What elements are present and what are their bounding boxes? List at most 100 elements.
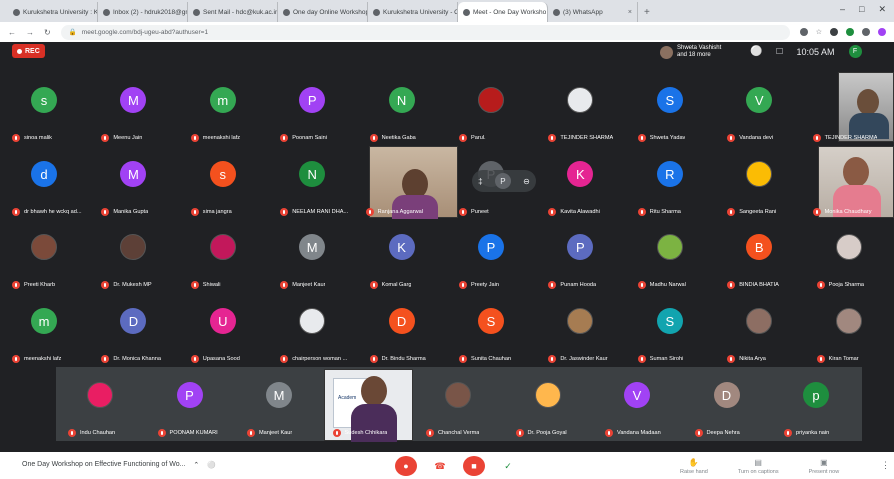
participant-tile[interactable]: Shiwali — [179, 219, 267, 291]
participant-tile[interactable]: D Dr. Bindu Sharma — [358, 293, 446, 365]
participant-tile[interactable]: M Manika Gupta — [89, 146, 177, 218]
meeting-details[interactable]: One Day Workshop on Effective Functionin… — [22, 461, 216, 469]
camera-icon[interactable] — [799, 28, 808, 36]
leave-call-button[interactable]: ☎ — [429, 456, 451, 476]
mic-muted-icon — [637, 281, 646, 289]
browser-tab[interactable]: Inbox (2) - hdruk2018@gmail.× — [98, 2, 188, 22]
browser-tab[interactable]: Meet - One Day Worksho× — [458, 2, 548, 22]
participant-name: Dr. Pooja Goyal — [527, 430, 567, 436]
participant-tile[interactable]: D Dr. Monica Khanna — [89, 293, 177, 365]
participant-tile[interactable]: M Manjeet Kaur — [268, 219, 356, 291]
new-tab-icon[interactable]: + — [644, 2, 650, 22]
participant-tile[interactable]: U Upasana Sood — [179, 293, 267, 365]
speaker-summary[interactable]: Shweta Vashisht and 18 more — [660, 43, 721, 61]
participant-tile[interactable]: Indu Chauhan — [56, 367, 144, 439]
back-icon[interactable]: ← — [8, 28, 16, 37]
url-field[interactable]: 🔒 meet.google.com/bdj-ugeu-abd?authuser=… — [60, 24, 790, 40]
participant-tile[interactable]: S Shweta Yadav — [626, 72, 714, 144]
participant-name-label: Poonam Saini — [280, 134, 327, 142]
avatar: S — [656, 308, 683, 334]
participant-tile[interactable]: m meenakshi lafz — [179, 72, 267, 144]
participant-tile[interactable]: Chanchal Verma — [414, 367, 502, 439]
check-extension-button[interactable]: ✓ — [497, 456, 519, 476]
extension-icon[interactable] — [830, 28, 838, 36]
present-now-button[interactable]: ▣ Present now — [809, 458, 840, 475]
participant-tile[interactable]: P Preety Jain — [447, 219, 535, 291]
participant-tile[interactable]: D Deepa Nehra — [683, 367, 771, 439]
participant-tile[interactable]: K Kavita Alawadhi — [536, 146, 624, 218]
close-tab-icon[interactable]: × — [628, 9, 632, 16]
participant-tile[interactable]: N NEELAM RANI DHA... — [268, 146, 356, 218]
participant-tile[interactable]: s sima jangra — [179, 146, 267, 218]
forward-icon[interactable]: → — [26, 28, 34, 37]
account-avatar[interactable]: F — [848, 45, 862, 58]
captions-button[interactable]: ▤ Turn on captions — [738, 458, 779, 475]
people-icon[interactable]: ⚪ — [750, 46, 762, 57]
browser-tab[interactable]: Sent Mail - hdc@kuk.ac.in - Ku× — [188, 2, 278, 22]
camera-off-button[interactable]: ■ — [463, 456, 485, 476]
participant-name-label: Preeti Kharb — [12, 281, 55, 289]
chat-icon[interactable]: □ — [776, 46, 782, 57]
participant-tile[interactable]: M Manjeet Kaur — [235, 367, 323, 439]
star-icon[interactable]: ☆ — [816, 28, 822, 36]
window-controls: – □ ✕ — [840, 4, 886, 15]
avatar — [534, 382, 561, 408]
video-monika[interactable] — [818, 146, 894, 218]
check-extension-icon[interactable] — [846, 28, 854, 36]
participant-tile[interactable]: S Suman Sirohi — [626, 293, 714, 365]
reload-icon[interactable]: ↻ — [44, 28, 51, 37]
participant-tile[interactable]: m meenakshi lafz — [0, 293, 88, 365]
participant-tile[interactable]: V Vandana devi — [715, 72, 803, 144]
raise-hand-button[interactable]: ✋ Raise hand — [680, 458, 708, 475]
video-tejinder[interactable] — [838, 72, 894, 142]
chevron-up-icon[interactable]: ⌃ — [193, 461, 199, 469]
participant-tile[interactable]: B BINDIA BHATIA — [715, 219, 803, 291]
participant-tile[interactable]: R Ritu Sharma — [626, 146, 714, 218]
remove-icon[interactable]: ⊖ — [523, 177, 530, 186]
address-bar-row: ← → ↻ 🔒 meet.google.com/bdj-ugeu-abd?aut… — [0, 22, 894, 42]
browser-tab[interactable]: Kurukshetra University : Kuruk× — [8, 2, 98, 22]
participant-tile[interactable]: Dr. Mukesh MP — [89, 219, 177, 291]
participant-tile[interactable]: V Vandana Madaan — [593, 367, 681, 439]
participant-tile[interactable]: Kiran Tomar — [805, 293, 893, 365]
participant-tile[interactable]: S Sunita Chauhan — [447, 293, 535, 365]
browser-tab[interactable]: One day Online Workshop on× — [278, 2, 368, 22]
participant-tile[interactable]: p priyanka nain — [772, 367, 860, 439]
participant-tile[interactable]: chairperson woman ... — [268, 293, 356, 365]
participant-tile[interactable]: P Poonam Saini — [268, 72, 356, 144]
participant-tile[interactable]: N Neetika Gaba — [358, 72, 446, 144]
participant-tile[interactable]: TEJINDER SHARMA — [536, 72, 624, 144]
pin-icon[interactable]: ‡ — [478, 177, 482, 186]
video-sudesh[interactable]: Academ — [324, 369, 413, 442]
browser-tab[interactable]: (3) WhatsApp × — [548, 2, 638, 22]
browser-tab[interactable]: Kurukshetra University - Calend× — [368, 2, 458, 22]
participant-name: TEJINDER SHARMA — [560, 135, 614, 141]
participant-tile[interactable]: Pooja Sharma — [805, 219, 893, 291]
participant-tile[interactable]: Parul. — [447, 72, 535, 144]
participant-tile[interactable]: P Punam Hooda — [536, 219, 624, 291]
participant-tile[interactable]: Madhu Narwal — [626, 219, 714, 291]
participant-tile[interactable]: M Meenu Jain — [89, 72, 177, 144]
minimize-icon[interactable]: – — [840, 4, 845, 15]
profile-icon[interactable] — [878, 28, 886, 36]
participant-tile[interactable]: Nikita Arya — [715, 293, 803, 365]
participant-tile[interactable]: P POONAM KUMARI — [146, 367, 234, 439]
mic-off-button[interactable]: ● — [395, 456, 417, 476]
tile-avatar: P — [494, 173, 511, 189]
maximize-icon[interactable]: □ — [859, 4, 864, 15]
participant-tile[interactable]: Preeti Kharb — [0, 219, 88, 291]
puzzle-icon[interactable] — [862, 28, 870, 36]
participant-tile[interactable]: Dr. Jaswinder Kaur — [536, 293, 624, 365]
participant-tile[interactable]: s sinoa malik — [0, 72, 88, 144]
participant-tile[interactable]: d dr bhawh he wckq ad... — [0, 146, 88, 218]
mic-muted-icon — [548, 281, 557, 289]
more-options-icon[interactable]: ⋮ — [881, 460, 890, 471]
avatar: S — [478, 308, 504, 334]
video-ranjana[interactable] — [369, 146, 458, 219]
participant-tile[interactable]: K Komal Garg — [358, 219, 446, 291]
participant-tile[interactable]: Sangeeta Rani — [715, 146, 803, 218]
participant-tile[interactable]: Dr. Pooja Goyal — [504, 367, 592, 439]
mic-muted-icon — [637, 208, 646, 216]
mic-muted-icon — [68, 429, 76, 437]
close-window-icon[interactable]: ✕ — [878, 4, 886, 15]
